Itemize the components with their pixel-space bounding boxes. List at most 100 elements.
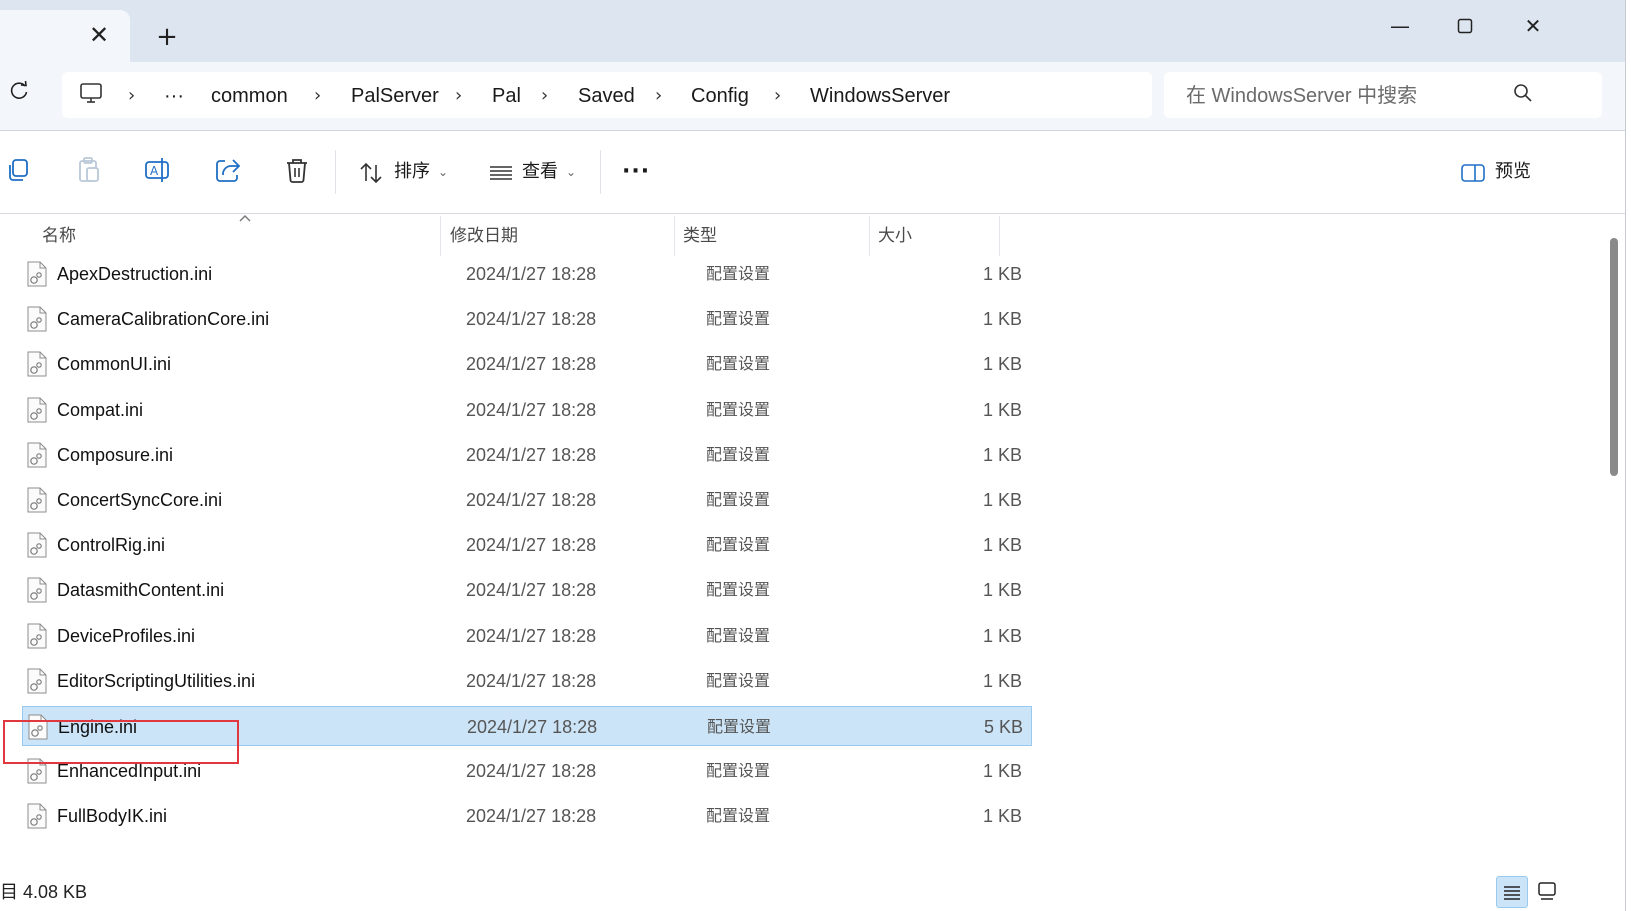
breadcrumb-common[interactable]: common [211, 80, 288, 112]
chevron-right-icon[interactable]: › [774, 80, 781, 112]
chevron-right-icon[interactable]: › [455, 80, 462, 112]
close-window-icon[interactable]: ✕ [1505, 8, 1561, 44]
toolbar-divider [335, 150, 336, 194]
chevron-right-icon[interactable]: › [128, 80, 135, 112]
chevron-right-icon[interactable]: › [314, 80, 321, 112]
svg-text:A: A [150, 164, 159, 178]
rename-icon[interactable]: A [143, 155, 179, 191]
breadcrumb-config[interactable]: Config [691, 80, 749, 112]
toolbar-divider [600, 150, 601, 194]
file-explorer-window: ✕ + — ✕ › ··· common › PalServer › Pal ›… [0, 0, 1626, 911]
column-header-name[interactable]: 名称 [42, 218, 76, 254]
preview-label: 预览 [1495, 161, 1531, 182]
file-size: 1 KB [982, 535, 1022, 556]
file-modified: 2024/1/27 18:28 [466, 670, 597, 691]
file-modified: 2024/1/27 18:28 [466, 399, 597, 420]
refresh-icon[interactable] [4, 80, 34, 110]
column-divider[interactable] [999, 216, 1000, 256]
sort-label: 排序 [394, 161, 430, 182]
file-size: 1 KB [982, 580, 1022, 601]
file-size: 5 KB [983, 717, 1023, 737]
file-type: 配置设置 [706, 354, 771, 374]
search-input[interactable]: 在 WindowsServer 中搜索 [1186, 80, 1417, 112]
column-divider[interactable] [440, 216, 441, 256]
file-name: DatasmithContent.ini [57, 580, 225, 601]
column-header-type[interactable]: 类型 [683, 218, 717, 254]
breadcrumb-windowsserver[interactable]: WindowsServer [810, 80, 950, 112]
file-size: 1 KB [982, 399, 1022, 420]
column-header-size[interactable]: 大小 [878, 218, 912, 254]
file-type: 配置设置 [706, 580, 771, 600]
file-row[interactable]: Compat.ini 2024/1/27 18:28 配置设置 1 KB [22, 390, 1032, 430]
sort-ascending-icon [238, 208, 254, 222]
column-divider[interactable] [674, 216, 675, 256]
preview-pane-icon [1460, 160, 1486, 186]
paste-icon[interactable] [74, 155, 110, 191]
view-button[interactable]: 查看 ⌄ [486, 156, 596, 188]
file-row[interactable]: CameraCalibrationCore.ini 2024/1/27 18:28… [22, 299, 1032, 339]
file-modified: 2024/1/27 18:28 [466, 264, 597, 284]
file-row[interactable]: DeviceProfiles.ini 2024/1/27 18:28 配置设置 1 K… [22, 616, 1032, 656]
file-type: 配置设置 [706, 444, 771, 464]
breadcrumb-more[interactable]: ··· [164, 80, 184, 112]
view-label: 查看 [522, 161, 558, 182]
file-row[interactable]: Composure.ini 2024/1/27 18:28 配置设置 1 KB [22, 435, 1032, 475]
file-row[interactable]: CommonUI.ini 2024/1/27 18:28 配置设置 1 KB [22, 344, 1032, 384]
file-size: 1 KB [982, 806, 1022, 827]
large-icons-view-icon[interactable] [1532, 876, 1564, 908]
chevron-right-icon[interactable]: › [655, 80, 662, 112]
status-bar [0, 874, 1625, 911]
file-row[interactable]: ApexDestruction.ini 2024/1/27 18:28 配置设置 1 … [22, 254, 1032, 294]
column-divider[interactable] [869, 216, 870, 256]
file-modified: 2024/1/27 18:28 [466, 309, 597, 330]
view-icon [488, 160, 514, 186]
file-type: 配置设置 [706, 490, 771, 509]
file-row[interactable]: EditorScriptingUtilities.ini 2024/1/27 18… [22, 661, 1032, 701]
file-row[interactable]: FullBodyIK.ini 2024/1/27 18:28 配置设置 1 KB [22, 796, 1032, 836]
chevron-right-icon[interactable]: › [541, 80, 548, 112]
breadcrumb-pal[interactable]: Pal [492, 80, 521, 112]
file-modified: 2024/1/27 18:28 [466, 444, 597, 465]
file-modified: 2024/1/27 18:28 [466, 580, 597, 601]
ini-file-icon [26, 668, 48, 694]
ini-file-icon [26, 532, 48, 558]
file-row[interactable]: DatasmithContent.ini 2024/1/27 18:28 配置设置 1… [22, 570, 1032, 610]
monitor-icon[interactable] [78, 80, 108, 110]
ini-file-icon [26, 487, 48, 513]
file-name: CommonUI.ini [57, 354, 172, 375]
file-size: 1 KB [982, 264, 1022, 284]
file-row[interactable]: ControlRig.ini 2024/1/27 18:28 配置设置 1 KB [22, 525, 1032, 565]
ini-file-icon [26, 803, 48, 829]
file-modified: 2024/1/27 18:28 [467, 717, 598, 737]
file-name: Compat.ini [57, 399, 144, 420]
maximize-icon[interactable] [1437, 8, 1493, 44]
breadcrumb-saved[interactable]: Saved [578, 80, 635, 112]
scrollbar-thumb[interactable] [1610, 238, 1618, 476]
share-icon[interactable] [213, 155, 249, 191]
ini-file-icon [26, 261, 48, 287]
column-header-modified[interactable]: 修改日期 [450, 218, 518, 254]
file-size: 1 KB [982, 761, 1022, 782]
tab-close-icon[interactable]: ✕ [84, 20, 114, 50]
minimize-icon[interactable]: — [1372, 8, 1428, 44]
chevron-down-icon: ⌄ [438, 165, 449, 179]
ini-file-icon [26, 306, 48, 332]
file-type: 配置设置 [706, 264, 771, 283]
preview-button[interactable]: 预览 [1460, 156, 1540, 188]
sort-button[interactable]: 排序 ⌄ [356, 156, 466, 188]
chevron-down-icon: ⌄ [566, 165, 577, 179]
file-row[interactable]: ConcertSyncCore.ini 2024/1/27 18:28 配置设置 1 … [22, 480, 1032, 520]
more-options-icon[interactable]: ··· [622, 156, 650, 188]
trash-icon[interactable] [282, 155, 318, 191]
search-icon[interactable] [1512, 82, 1540, 110]
file-type: 配置设置 [706, 761, 771, 781]
file-name: DeviceProfiles.ini [57, 625, 196, 646]
breadcrumb-palserver[interactable]: PalServer [351, 80, 439, 112]
file-modified: 2024/1/27 18:28 [466, 806, 597, 827]
file-type: 配置设置 [707, 717, 772, 736]
copy-icon[interactable] [4, 155, 40, 191]
new-tab-icon[interactable]: + [152, 22, 182, 52]
file-size: 1 KB [982, 444, 1022, 465]
file-name: FullBodyIK.ini [57, 806, 168, 827]
details-view-icon[interactable] [1496, 876, 1528, 908]
